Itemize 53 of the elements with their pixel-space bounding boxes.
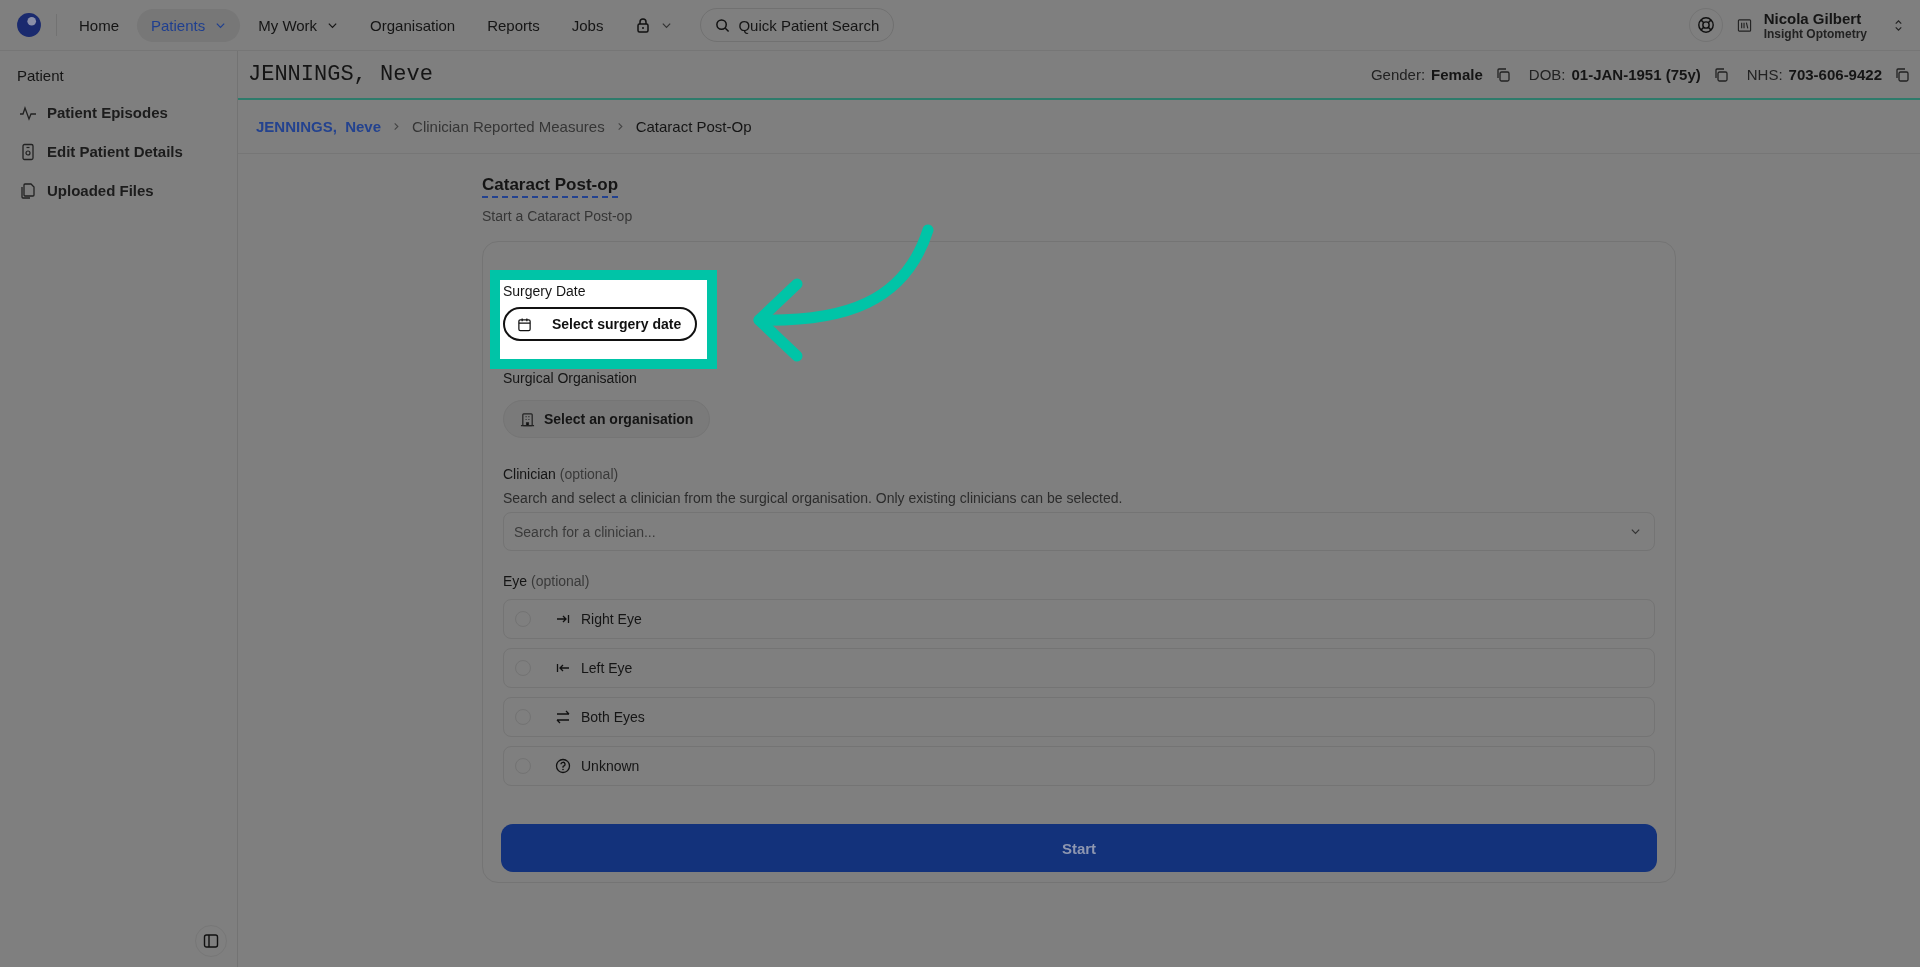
breadcrumb-current: Cataract Post-Op [635, 118, 752, 135]
breadcrumb-link[interactable]: Clinician Reported Measures [412, 118, 605, 135]
organisation-name: Insight Optometry [1763, 26, 1867, 41]
sidebar-item[interactable]: Edit Patient Details [0, 132, 237, 171]
building-icon [520, 411, 535, 427]
nav-tab[interactable]: Organisation [356, 8, 470, 42]
eye-option[interactable]: Right Eye [503, 599, 1655, 640]
lock-icon [635, 17, 652, 33]
eye-option[interactable]: Left Eye [503, 648, 1655, 689]
copy-icon[interactable] [1494, 66, 1511, 83]
copy-icon[interactable] [1712, 66, 1729, 83]
field-label: Surgery Date [503, 283, 587, 300]
swap-arrows-icon [555, 709, 571, 726]
sidebar-item[interactable]: Uploaded Files [0, 171, 237, 210]
field-value: Female [1431, 66, 1483, 83]
form-title: Cataract Post-op [482, 174, 619, 199]
form-subtitle: Start a Cataract Post-op [482, 208, 634, 225]
field-label: DOB: [1528, 66, 1566, 83]
field-label: NHS: [1746, 66, 1783, 83]
copy-icon[interactable] [1894, 66, 1910, 83]
nav-tab[interactable]: My Work [244, 8, 353, 42]
chevron-updown-icon[interactable] [1893, 17, 1904, 33]
sidebar-heading: Patient [16, 67, 65, 84]
help-text: Search and select a clinician from the surgical organisation. Only existing clinicians can be selected. [503, 490, 1123, 507]
user-name: Nicola Gilbert [1763, 9, 1863, 27]
lifebuoy-icon [1696, 16, 1715, 34]
sidebar-item[interactable]: Patient Episodes [0, 93, 237, 132]
nav-tab[interactable]: Reports [473, 8, 554, 42]
question-icon [555, 758, 571, 775]
field-value: 01-JAN-1951 (75y) [1571, 66, 1701, 83]
sidebar-icon [203, 933, 219, 949]
start-button[interactable]: Start [501, 824, 1657, 873]
files-icon [19, 181, 37, 200]
nav-tab[interactable]: Home [65, 8, 133, 42]
chevron-right-icon [392, 122, 402, 131]
field-label: Gender: [1370, 66, 1426, 83]
date-picker-button[interactable]: Select surgery date [503, 307, 698, 342]
select-organisation-button[interactable]: Select an organisation [503, 400, 711, 439]
library-icon [1736, 17, 1752, 33]
field-label: Surgical Organisation [503, 370, 637, 387]
clinician-search-field[interactable]: Search for a clinician... [503, 512, 1655, 552]
field-label: Eye (optional) [503, 573, 590, 590]
field-value: 703-606-9422 [1788, 66, 1882, 83]
nav-tab[interactable]: Jobs [557, 8, 618, 42]
patient-name: JENNINGS, Neve [248, 62, 433, 87]
eye-option[interactable]: Both Eyes [503, 697, 1655, 738]
field-label: Clinician (optional) [503, 466, 619, 483]
calendar-icon [517, 316, 532, 332]
id-badge-icon [19, 142, 37, 161]
eye-option[interactable]: Unknown [503, 746, 1655, 787]
search-icon [715, 17, 731, 33]
logo-icon[interactable] [16, 12, 42, 38]
breadcrumb-link[interactable]: JENNINGS, Neve [256, 118, 382, 135]
